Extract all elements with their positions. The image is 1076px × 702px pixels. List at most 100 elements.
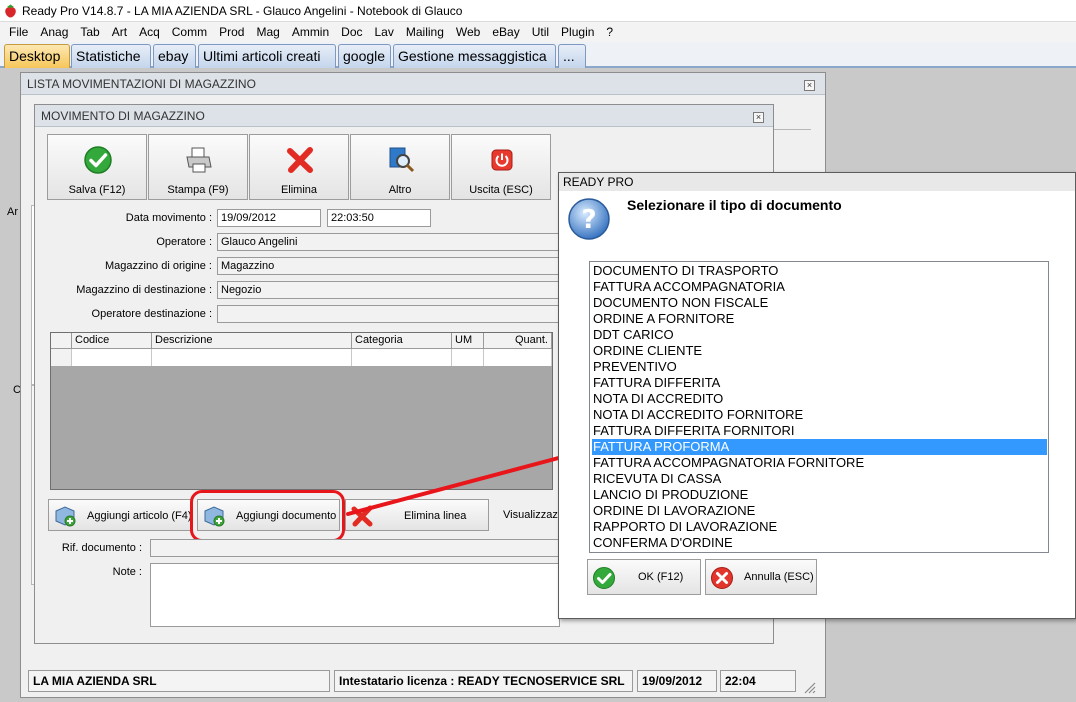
rif-document-field[interactable]	[150, 539, 560, 557]
destination-warehouse-label: Magazzino di destinazione :	[76, 284, 212, 296]
exit-button-label: Uscita (ESC)	[469, 184, 533, 196]
status-date: 19/09/2012	[637, 670, 717, 692]
grid-header-codice[interactable]: Codice	[72, 333, 152, 349]
rif-document-label: Rif. documento :	[61, 542, 142, 554]
list-item-selected[interactable]: FATTURA PROFORMA	[592, 439, 1047, 455]
menu-util[interactable]: Util	[526, 22, 555, 42]
title-bar: Ready Pro V14.8.7 - LA MIA AZIENDA SRL -…	[0, 0, 1076, 22]
tab-desktop[interactable]: Desktop	[4, 44, 70, 68]
add-article-button[interactable]: Aggiungi articolo (F4)	[48, 499, 192, 531]
list-item[interactable]: FATTURA DIFFERITA FORNITORI	[592, 423, 1047, 439]
origin-warehouse-field[interactable]: Magazzino	[217, 257, 559, 275]
menu-plugin[interactable]: Plugin	[555, 22, 600, 42]
window-title: Ready Pro V14.8.7 - LA MIA AZIENDA SRL -…	[22, 4, 463, 18]
grid-row-selector[interactable]	[51, 349, 72, 366]
list-item[interactable]: CONFERMA D'ORDINE	[592, 535, 1047, 551]
date-input[interactable]: 19/09/2012	[217, 209, 321, 227]
grid-header-descrizione[interactable]: Descrizione	[152, 333, 352, 349]
operator-field[interactable]: Glauco Angelini	[217, 233, 559, 251]
menu-doc[interactable]: Doc	[335, 22, 368, 42]
resize-grip-icon[interactable]	[802, 680, 816, 694]
tab-statistiche[interactable]: Statistiche	[71, 44, 151, 68]
delete-button[interactable]: Elimina	[249, 134, 349, 200]
list-item[interactable]: RAPPORTO DI LAVORAZIONE	[592, 519, 1047, 535]
other-button[interactable]: Altro	[350, 134, 450, 200]
menu-anag[interactable]: Anag	[34, 22, 74, 42]
exit-button[interactable]: Uscita (ESC)	[451, 134, 551, 200]
menu-ebay[interactable]: eBay	[486, 22, 525, 42]
list-item[interactable]: FATTURA ACCOMPAGNATORIA FORNITORE	[592, 455, 1047, 471]
arrow-annotation	[346, 444, 583, 516]
date-label: Data movimento :	[125, 212, 212, 224]
status-company: LA MIA AZIENDA SRL	[28, 670, 330, 692]
grid-cell[interactable]	[352, 349, 452, 366]
list-item[interactable]: DDT CARICO	[592, 327, 1047, 343]
grid-cell[interactable]	[484, 349, 552, 366]
magnifier-icon	[389, 147, 415, 173]
checkmark-icon	[593, 567, 615, 589]
menu-ammin[interactable]: Ammin	[286, 22, 335, 42]
list-item[interactable]: ORDINE DI LAVORAZIONE	[592, 503, 1047, 519]
menu-help[interactable]: ?	[600, 22, 619, 42]
grid-cell[interactable]	[72, 349, 152, 366]
menu-web[interactable]: Web	[450, 22, 486, 42]
ok-button[interactable]: OK (F12)	[587, 559, 701, 595]
list-window-close-button[interactable]: ×	[804, 80, 815, 91]
destination-operator-label: Operatore destinazione :	[91, 308, 212, 320]
list-item[interactable]: NOTA DI ACCREDITO FORNITORE	[592, 407, 1047, 423]
list-item[interactable]: NOTA DI ACCREDITO	[592, 391, 1047, 407]
list-item[interactable]: PREVENTIVO	[592, 359, 1047, 375]
menu-comm[interactable]: Comm	[166, 22, 213, 42]
origin-warehouse-label: Magazzino di origine :	[104, 260, 212, 272]
menu-prod[interactable]: Prod	[213, 22, 250, 42]
tab-google[interactable]: google	[338, 44, 391, 68]
strawberry-icon	[5, 4, 16, 18]
cancel-button[interactable]: Annulla (ESC)	[705, 559, 817, 595]
menu-mailing[interactable]: Mailing	[400, 22, 450, 42]
grid-header-categoria[interactable]: Categoria	[352, 333, 452, 349]
print-button[interactable]: Stampa (F9)	[148, 134, 248, 200]
operator-label: Operatore :	[156, 236, 212, 248]
menu-acq[interactable]: Acq	[133, 22, 166, 42]
cancel-button-label: Annulla (ESC)	[744, 571, 814, 583]
tab-ebay[interactable]: ebay	[153, 44, 196, 68]
menu-file[interactable]: File	[3, 22, 34, 42]
tab-ultimi-articoli[interactable]: Ultimi articoli creati	[198, 44, 336, 68]
time-input[interactable]: 22:03:50	[327, 209, 431, 227]
movement-window-close-button[interactable]: ×	[753, 112, 764, 123]
grid-cell[interactable]	[152, 349, 352, 366]
red-x-icon	[711, 567, 733, 589]
tab-gestione-messaggistica[interactable]: Gestione messaggistica	[393, 44, 556, 68]
tab-more[interactable]: ...	[558, 44, 586, 68]
list-window-title: LISTA MOVIMENTAZIONI DI MAGAZZINO	[21, 73, 825, 95]
list-item[interactable]: FATTURA DIFFERITA	[592, 375, 1047, 391]
destination-operator-field[interactable]	[217, 305, 559, 323]
menu-lav[interactable]: Lav	[369, 22, 400, 42]
list-item[interactable]: DOCUMENTO NON FISCALE	[592, 295, 1047, 311]
list-item[interactable]: DOCUMENTO DI TRASPORTO	[592, 263, 1047, 279]
dialog-title: READY PRO	[559, 173, 1075, 191]
dialog-question: Selezionare il tipo di documento	[627, 197, 842, 213]
list-item[interactable]: LANCIO DI PRODUZIONE	[592, 487, 1047, 503]
status-license: Intestatario licenza : READY TECNOSERVIC…	[334, 670, 633, 692]
menu-art[interactable]: Art	[106, 22, 133, 42]
list-item[interactable]: ORDINE A FORNITORE	[592, 311, 1047, 327]
menu-mag[interactable]: Mag	[250, 22, 285, 42]
tab-bar: Desktop Statistiche ebay Ultimi articoli…	[0, 42, 1076, 68]
grid-header-quantita[interactable]: Quant.	[484, 333, 552, 349]
note-textarea[interactable]	[150, 563, 560, 627]
grid-cell[interactable]	[452, 349, 484, 366]
document-type-list[interactable]: DOCUMENTO DI TRASPORTO FATTURA ACCOMPAGN…	[589, 261, 1049, 553]
print-button-label: Stampa (F9)	[167, 184, 229, 196]
destination-warehouse-field[interactable]: Negozio	[217, 281, 559, 299]
menu-tab[interactable]: Tab	[74, 22, 105, 42]
grid-header-selector	[51, 333, 72, 349]
grid-header-um[interactable]: UM	[452, 333, 484, 349]
list-item[interactable]: FATTURA ACCOMPAGNATORIA	[592, 279, 1047, 295]
movement-window-title: MOVIMENTO DI MAGAZZINO	[35, 105, 773, 127]
list-item[interactable]: ORDINE CLIENTE	[592, 343, 1047, 359]
red-x-icon	[287, 147, 313, 173]
power-icon	[491, 149, 513, 171]
list-item[interactable]: RICEVUTA DI CASSA	[592, 471, 1047, 487]
save-button[interactable]: Salva (F12)	[47, 134, 147, 200]
